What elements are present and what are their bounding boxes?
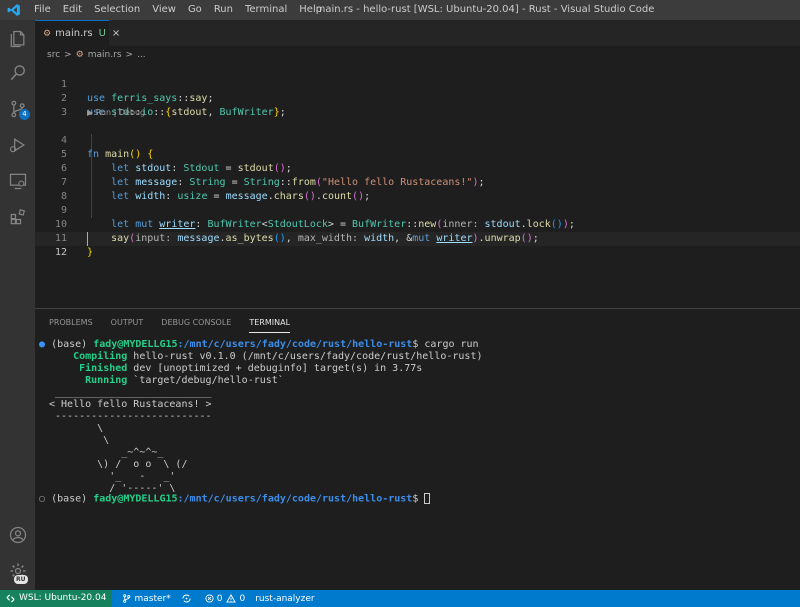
chevron-right-icon: >: [64, 50, 72, 60]
sync-icon: [182, 594, 191, 603]
extensions-button[interactable]: [0, 200, 35, 234]
accounts-button[interactable]: [0, 518, 35, 552]
run-debug-button[interactable]: [0, 128, 35, 162]
tab-label: main.rs: [55, 28, 93, 39]
activity-bar: 4 RU: [0, 20, 35, 590]
code-line: 5 let stdout: Stdout = stdout();: [35, 134, 800, 174]
ascii-art-line: \) / o o \ (/: [49, 459, 188, 470]
code-line: 7 let width: usize = message.chars().cou…: [35, 162, 800, 202]
remote-explorer-button[interactable]: [0, 164, 35, 198]
account-badge: RU: [14, 575, 28, 584]
tab-terminal[interactable]: TERMINAL: [249, 309, 290, 337]
menu-selection[interactable]: Selection: [88, 0, 146, 20]
ascii-art-line: --------------------------: [49, 411, 212, 422]
code-line: 11 }: [35, 218, 800, 258]
git-branch-icon: [123, 594, 131, 603]
source-control-button[interactable]: 4: [0, 92, 35, 126]
terminal-output-line: Compiling hello-rust v0.1.0 (/mnt/c/user…: [73, 351, 483, 362]
menu-run[interactable]: Run: [208, 0, 239, 20]
menu-file[interactable]: File: [28, 0, 57, 20]
rust-file-icon: ⚙: [43, 28, 52, 39]
terminal-cursor: [424, 493, 431, 504]
vscode-logo-icon: [0, 0, 28, 20]
code-line: 10 say(input: message.as_bytes(), max_wi…: [35, 204, 800, 244]
tab-main-rs[interactable]: ⚙ main.rs U ×: [35, 20, 120, 46]
breadcrumb-folder[interactable]: src: [47, 50, 60, 60]
warning-count: 0: [239, 593, 246, 604]
code-line: 6 let message: String = String::from("He…: [35, 148, 800, 188]
line-number: 12: [54, 247, 67, 258]
status-bar: WSL: Ubuntu-20.04 master* 0 0 rust-analy…: [0, 590, 800, 607]
rust-file-icon: ⚙: [75, 50, 84, 60]
ascii-art-line: \: [49, 423, 104, 434]
bottom-panel: PROBLEMS OUTPUT DEBUG CONSOLE TERMINAL ●…: [35, 308, 800, 590]
scm-count-badge: 4: [19, 109, 30, 120]
command-success-dot-icon: ●: [39, 339, 46, 350]
code-line: 9 let mut writer: BufWriter<StdoutLock> …: [35, 190, 800, 230]
breadcrumb: src > ⚙ main.rs > ...: [35, 46, 800, 64]
tab-problems[interactable]: PROBLEMS: [49, 309, 93, 337]
search-icon: [10, 65, 25, 81]
ascii-art-line: __________________________: [49, 387, 212, 398]
terminal-prompt-line: ○ (base) fady@MYDELLG15:/mnt/c/users/fad…: [39, 493, 431, 505]
sync-button[interactable]: [181, 594, 195, 603]
search-button[interactable]: [0, 56, 35, 90]
code-line-current: 12: [35, 232, 800, 258]
breadcrumb-file[interactable]: main.rs: [88, 50, 122, 60]
remote-label: WSL: Ubuntu-20.04: [19, 593, 107, 603]
breadcrumb-symbol[interactable]: ...: [137, 50, 146, 60]
editor-tab-bar: ⚙ main.rs U ×: [35, 20, 800, 46]
warning-icon: [226, 594, 237, 603]
error-count: 0: [216, 593, 223, 604]
text-cursor: [87, 232, 88, 246]
rust-analyzer-status[interactable]: rust-analyzer: [255, 594, 314, 604]
code-line: 1 use ferris_says::say;: [35, 64, 800, 104]
remote-icon: [6, 594, 15, 603]
line-number: 3: [60, 107, 67, 118]
remote-indicator[interactable]: WSL: Ubuntu-20.04: [0, 590, 113, 607]
tab-output[interactable]: OUTPUT: [111, 309, 144, 337]
code-line: 2 use std::io::{stdout, BufWriter};: [35, 78, 800, 118]
terminal-output-line: Finished dev [unoptimized + debuginfo] t…: [79, 363, 423, 374]
panel-tabs: PROBLEMS OUTPUT DEBUG CONSOLE TERMINAL: [35, 309, 308, 337]
code-line: 3: [35, 92, 800, 118]
code-line: 4 fn main() {: [35, 120, 800, 160]
ascii-art-line: '_ - _': [49, 471, 176, 482]
files-icon: [10, 30, 24, 48]
branch-indicator[interactable]: master*: [122, 593, 171, 604]
menu-go[interactable]: Go: [182, 0, 208, 20]
code-editor[interactable]: 1 use ferris_says::say; 2 use std::io::{…: [35, 64, 800, 300]
error-icon: [205, 594, 214, 603]
ascii-art-line: \: [49, 435, 110, 446]
manage-button[interactable]: RU: [0, 554, 35, 588]
tab-close-icon[interactable]: ×: [112, 28, 120, 39]
run-debug-icon: [9, 138, 25, 153]
account-icon: [9, 526, 26, 544]
ascii-art-line: < Hello fello Rustaceans! >: [49, 399, 212, 410]
code-text: }: [87, 247, 94, 258]
menu-view[interactable]: View: [146, 0, 182, 20]
branch-label: master*: [134, 593, 171, 604]
menu-help[interactable]: Help: [293, 0, 328, 20]
command-pending-dot-icon: ○: [39, 493, 46, 505]
code-line: 8: [35, 176, 800, 202]
menu-terminal[interactable]: Terminal: [239, 0, 293, 20]
problems-indicator[interactable]: 0 0: [205, 594, 245, 604]
tab-debug-console[interactable]: DEBUG CONSOLE: [161, 309, 231, 337]
terminal-output-line: Running `target/debug/hello-rust`: [85, 375, 284, 386]
ascii-art-line: _~^~^~_: [49, 447, 164, 458]
title-bar: File Edit Selection View Go Run Terminal…: [0, 0, 800, 20]
remote-explorer-icon: [9, 173, 26, 190]
explorer-button[interactable]: [0, 22, 35, 56]
menu-bar: File Edit Selection View Go Run Terminal…: [28, 0, 328, 20]
extensions-icon: [10, 209, 25, 225]
menu-edit[interactable]: Edit: [57, 0, 88, 20]
terminal-prompt-line: ● (base) fady@MYDELLG15:/mnt/c/users/fad…: [39, 339, 479, 350]
untracked-indicator: U: [98, 28, 106, 39]
run-debug-codelens[interactable]: ▶ Run | Debug: [87, 106, 145, 120]
chevron-right-icon: >: [125, 50, 134, 60]
